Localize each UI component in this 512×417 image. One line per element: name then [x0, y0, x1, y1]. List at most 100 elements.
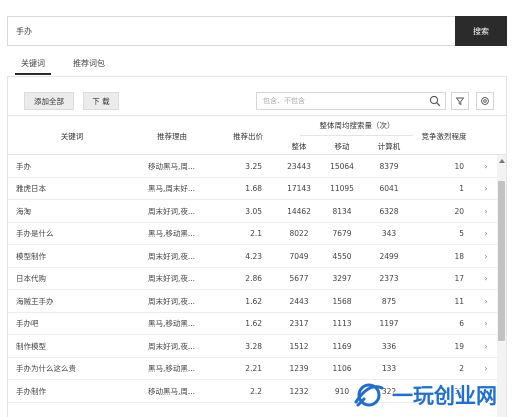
row-expand-chevron-icon[interactable]: › [482, 245, 490, 267]
keyword-cell[interactable]: 手办是什么 [16, 223, 136, 245]
total-volume-cell: 14462 [287, 206, 311, 216]
reason-cell: 周末好词,夜... [148, 206, 196, 216]
row-expand-chevron-icon[interactable]: › [482, 290, 490, 312]
toolbar: 添加全部 下 载 包含、不包含 [8, 77, 506, 115]
bid-cell: 3.05 [245, 206, 262, 216]
total-volume-cell: 5677 [289, 274, 309, 283]
keyword-cell[interactable]: 手办吧 [16, 313, 136, 335]
filter-button[interactable] [451, 92, 469, 110]
pc-volume-cell: 336 [381, 341, 397, 351]
mobile-volume-cell: 1113 [332, 319, 352, 328]
total-volume-cell: 1232 [289, 386, 309, 396]
row-expand-chevron-icon[interactable]: › [482, 223, 490, 245]
mobile-volume-cell: 8134 [332, 206, 352, 216]
table-row[interactable]: 模型制作 周末好词,夜... 4.23 7049 4550 2499 18 › [8, 245, 498, 268]
table-row[interactable]: 海淘 周末好词,夜... 3.05 14462 8134 6328 20 › [8, 200, 498, 223]
competition-cell: 18 [454, 251, 464, 261]
table-row[interactable]: 手办吧 黑马,移动黑... 1.62 2317 1113 1197 6 › [8, 313, 498, 335]
reason-cell: 周末好词,夜... [148, 341, 196, 351]
table-row[interactable]: 手办 移动黑马,周... 3.25 23443 15064 8379 10 › [8, 155, 498, 178]
download-button[interactable]: 下 载 [83, 92, 119, 110]
bid-cell: 2.21 [245, 364, 262, 373]
keyword-cell[interactable]: 制作模型 [16, 335, 136, 357]
header-bid[interactable]: 推荐出价 [218, 116, 278, 156]
total-volume-cell: 1512 [289, 341, 309, 351]
table-row[interactable]: 雅虎日本 黑马,周末好... 1.68 17143 11095 6041 1 › [8, 178, 498, 200]
reason-cell: 黑马,移动黑... [148, 364, 196, 373]
header-total[interactable]: 整体 [280, 136, 318, 156]
reason-cell: 黑马,移动黑... [148, 319, 196, 328]
settings-button[interactable] [476, 92, 494, 110]
table-row[interactable]: 手办是什么 黑马,移动黑... 2.1 8022 7679 343 5 › [8, 223, 498, 245]
pc-volume-cell: 8379 [379, 161, 399, 171]
total-volume-cell: 2317 [289, 319, 309, 328]
keyword-cell[interactable]: 雅虎日本 [16, 178, 136, 200]
reason-cell: 移动黑马,周... [148, 386, 196, 396]
tab-recommended-packages[interactable]: 推荐词包 [59, 52, 119, 74]
reason-cell: 周末好词,夜... [148, 296, 196, 306]
watermark-logo-icon [354, 383, 384, 406]
search-bar: 手办 搜索 [7, 16, 507, 46]
mobile-volume-cell: 1169 [332, 341, 352, 351]
header-competition[interactable]: 竞争激烈程度 [414, 116, 474, 156]
competition-cell: 6 [459, 319, 464, 328]
row-expand-chevron-icon[interactable]: › [482, 313, 490, 335]
keyword-cell[interactable]: 手办 [16, 155, 136, 177]
bid-cell: 2.86 [245, 274, 262, 283]
mobile-volume-cell: 1568 [332, 296, 352, 306]
total-volume-cell: 2443 [289, 296, 309, 306]
total-volume-cell: 17143 [287, 184, 311, 193]
row-expand-chevron-icon[interactable]: › [482, 268, 490, 290]
mobile-volume-cell: 11095 [330, 184, 354, 193]
keyword-cell[interactable]: 模型制作 [16, 245, 136, 267]
mobile-volume-cell: 3297 [332, 274, 352, 283]
total-volume-cell: 7049 [289, 251, 309, 261]
pc-volume-cell: 2499 [379, 251, 399, 261]
bid-cell: 3.28 [245, 341, 262, 351]
bid-cell: 2.2 [250, 386, 262, 396]
competition-cell: 10 [454, 161, 464, 171]
keyword-cell[interactable]: 手办为什么这么贵 [16, 358, 136, 380]
row-expand-chevron-icon[interactable]: › [482, 200, 490, 222]
row-expand-chevron-icon[interactable]: › [482, 155, 490, 177]
bid-cell: 4.23 [245, 251, 262, 261]
competition-cell: 5 [459, 229, 464, 238]
pc-volume-cell: 2373 [379, 274, 399, 283]
row-expand-chevron-icon[interactable]: › [482, 335, 490, 357]
bid-cell: 3.25 [245, 161, 262, 171]
filter-placeholder: 包含、不包含 [263, 97, 305, 105]
scroll-up-icon[interactable] [497, 157, 506, 165]
table-row[interactable]: 海贼王手办 周末好词,夜... 1.62 2443 1568 875 11 › [8, 290, 498, 313]
watermark-text: 一玩创业网 [392, 382, 497, 408]
add-all-button[interactable]: 添加全部 [24, 92, 74, 110]
header-reason[interactable]: 推荐理由 [136, 116, 208, 156]
keyword-cell[interactable]: 手办制作 [16, 380, 136, 402]
settings-icon [481, 97, 489, 105]
search-icon[interactable] [429, 95, 441, 107]
keyword-cell[interactable]: 海贼王手办 [16, 290, 136, 312]
competition-cell: 17 [454, 274, 464, 283]
pc-volume-cell: 343 [381, 229, 397, 238]
search-input[interactable]: 手办 [7, 16, 455, 46]
keyword-cell[interactable]: 海淘 [16, 200, 136, 222]
pc-volume-cell: 1197 [379, 319, 399, 328]
tab-keywords[interactable]: 关键词 [7, 52, 59, 75]
scroll-thumb[interactable] [498, 181, 505, 341]
mobile-volume-cell: 4550 [332, 251, 352, 261]
search-button[interactable]: 搜索 [455, 16, 507, 46]
header-pc[interactable]: 计算机 [366, 136, 412, 156]
header-keyword[interactable]: 关键词 [8, 116, 136, 156]
filter-input[interactable]: 包含、不包含 [256, 92, 446, 110]
total-volume-cell: 23443 [287, 161, 311, 171]
keyword-cell[interactable]: 日本代购 [16, 268, 136, 290]
row-expand-chevron-icon[interactable]: › [482, 178, 490, 200]
tab-bar: 关键词 推荐词包 [7, 52, 507, 75]
table-row[interactable]: 制作模型 周末好词,夜... 3.28 1512 1169 336 19 › [8, 335, 498, 358]
watermark: 一玩创业网 [352, 372, 512, 417]
total-volume-cell: 1239 [289, 364, 309, 373]
header-mobile[interactable]: 移动 [322, 136, 362, 156]
competition-cell: 1 [459, 184, 464, 193]
bid-cell: 1.62 [245, 319, 262, 328]
table-row[interactable]: 日本代购 周末好词,夜... 2.86 5677 3297 2373 17 › [8, 268, 498, 290]
competition-cell: 11 [454, 296, 464, 306]
